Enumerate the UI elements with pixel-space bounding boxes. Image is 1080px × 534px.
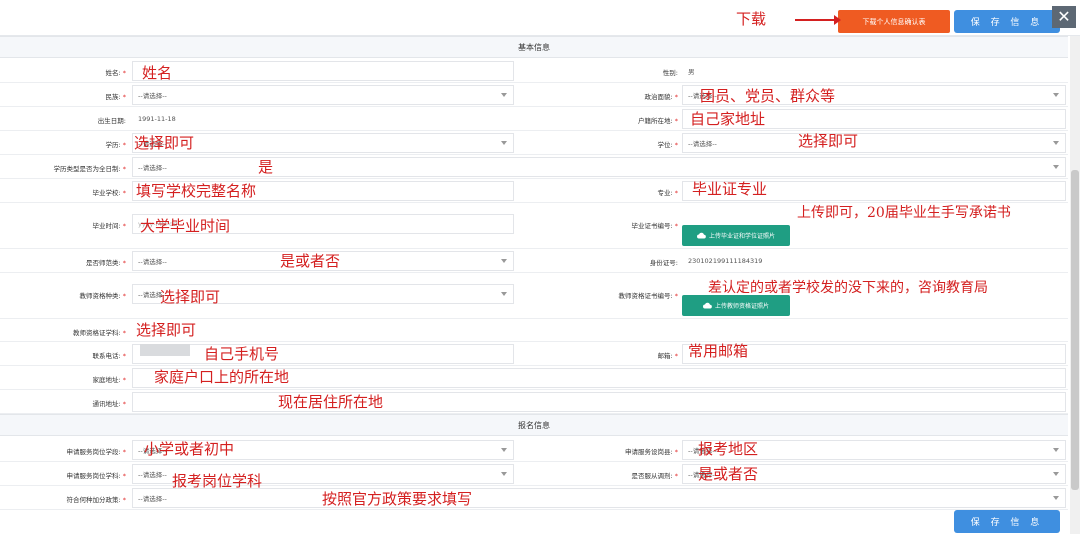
annotation-school: 填写学校完整名称 — [136, 182, 257, 200]
section-basic-info: 基本信息 — [0, 36, 1068, 58]
name-input[interactable] — [132, 61, 514, 81]
annotation-phone: 自己手机号 — [204, 345, 280, 363]
apply-subject-label: 申请服务岗位学科: * — [66, 472, 126, 480]
annotation-grad-cert: 上传即可，20届毕业生手写承诺书 — [797, 205, 1011, 221]
teacher-cert-type-label: 教师资格种类: * — [79, 292, 126, 300]
chevron-down-icon — [1053, 472, 1059, 476]
required-star: * — [122, 69, 126, 77]
annotation-grad-time: 大学毕业时间 — [140, 217, 231, 235]
annotation-arrow — [795, 15, 841, 25]
annotation-teacher-cert-subject: 选择即可 — [136, 321, 197, 339]
ethnicity-select[interactable]: --请选择-- — [132, 85, 514, 105]
chevron-down-icon — [501, 259, 507, 263]
email-label: 邮箱: * — [657, 352, 678, 360]
gender-label: 性别: — [662, 69, 678, 77]
mail-address-label: 通讯地址: * — [92, 400, 126, 408]
political-label: 政治面貌: * — [644, 93, 678, 101]
annotation-teacher-cert-no: 差认定的或者学校发的没下来的，咨询教育局 — [708, 280, 988, 296]
annotation-political: 团员、党员、群众等 — [700, 87, 836, 105]
cloud-upload-icon — [696, 232, 706, 239]
annotation-fulltime: 是 — [258, 158, 274, 176]
section-signup-info: 报名信息 — [0, 414, 1068, 436]
apply-county-label: 申请服务设岗县: * — [625, 448, 678, 456]
teacher-normal-label: 是否师范类: * — [86, 259, 126, 267]
education-label: 学历: * — [105, 141, 126, 149]
blurred-phone-number — [140, 344, 190, 356]
chevron-down-icon — [1053, 141, 1059, 145]
form-row: 民族: * --请选择-- 政治面貌: * --请选择-- — [0, 83, 1068, 107]
birthdate-value: 1991-11-18 — [132, 109, 514, 129]
teacher-cert-no-label: 教师资格证书编号: * — [618, 292, 678, 300]
hukou-label: 户籍所在地: * — [638, 117, 678, 125]
chevron-down-icon — [1053, 448, 1059, 452]
gender-value: 男 — [682, 61, 1066, 81]
grad-time-label: 毕业时间: * — [92, 222, 126, 230]
annotation-mail-address: 现在居住所在地 — [278, 393, 384, 411]
annotation-obey-adjust: 是或者否 — [698, 465, 759, 483]
save-info-button-top[interactable]: 保 存 信 息 — [954, 10, 1060, 33]
download-confirmation-form-button[interactable]: 下载个人信息确认表 — [838, 10, 950, 33]
annotation-name: 姓名 — [142, 64, 173, 82]
annotation-hukou: 自己家地址 — [690, 110, 766, 128]
scrollbar-thumb[interactable] — [1071, 170, 1079, 490]
annotation-major: 毕业证专业 — [692, 180, 768, 198]
annotation-degree: 选择即可 — [798, 132, 859, 150]
home-address-label: 家庭地址: * — [92, 376, 126, 384]
major-label: 专业: * — [657, 189, 678, 197]
policy-label: 符合何种加分政策: * — [66, 496, 126, 504]
chevron-down-icon — [1053, 93, 1059, 97]
annotation-home-address: 家庭户口上的所在地 — [154, 368, 290, 386]
annotation-download: 下载 — [736, 10, 767, 28]
chevron-down-icon — [501, 448, 507, 452]
form-row: 符合何种加分政策: * --请选择-- — [0, 486, 1068, 510]
upload-grad-cert-button[interactable]: 上传毕业证和学位证照片 — [682, 225, 790, 246]
chevron-down-icon — [501, 141, 507, 145]
annotation-apply-county: 报考地区 — [698, 440, 759, 458]
close-icon[interactable]: ✕ — [1052, 6, 1076, 28]
phone-label: 联系电话: * — [92, 352, 126, 360]
chevron-down-icon — [501, 472, 507, 476]
obey-adjust-label: 是否服从调剂: * — [631, 472, 678, 480]
apply-stage-label: 申请服务岗位学段: * — [66, 448, 126, 456]
annotation-apply-stage: 小学或者初中 — [144, 440, 235, 458]
annotation-teacher-normal: 是或者否 — [280, 252, 341, 270]
form-row: 通讯地址: * — [0, 390, 1068, 414]
id-number-label: 身份证号: — [649, 259, 678, 267]
form-row: 申请服务岗位学科: * --请选择-- 是否服从调剂: * --请选择-- — [0, 462, 1068, 486]
annotation-teacher-cert-type: 选择即可 — [160, 288, 221, 306]
birthdate-label: 出生日期: — [97, 117, 126, 125]
teacher-cert-subject-label: 教师资格证学科: * — [73, 329, 126, 337]
annotation-policy: 按照官方政策要求填写 — [322, 490, 473, 508]
chevron-down-icon — [501, 93, 507, 97]
upload-teacher-cert-button[interactable]: 上传教师资格证照片 — [682, 295, 790, 316]
form-row: 学历类型是否为全日制: * --请选择-- — [0, 155, 1068, 179]
annotation-email: 常用邮箱 — [688, 342, 749, 360]
policy-select[interactable]: --请选择-- — [132, 488, 1066, 508]
degree-label: 学位: * — [657, 141, 678, 149]
degree-select[interactable]: --请选择-- — [682, 133, 1066, 153]
form-row: 出生日期: 1991-11-18 户籍所在地: * — [0, 107, 1068, 131]
grad-cert-label: 毕业证书编号: * — [631, 222, 678, 230]
ethnicity-label: 民族: * — [105, 93, 126, 101]
mail-address-input[interactable] — [132, 392, 1066, 412]
chevron-down-icon — [1053, 165, 1059, 169]
name-label: 姓名: * — [105, 69, 126, 77]
form-row: 是否师范类: * --请选择-- 身份证号: 230102199111184319 — [0, 249, 1068, 273]
fulltime-label: 学历类型是否为全日制: * — [53, 165, 126, 173]
school-label: 毕业学校: * — [92, 189, 126, 197]
annotation-apply-subject: 报考岗位学科 — [172, 472, 263, 490]
id-number-value: 230102199111184319 — [682, 251, 1066, 271]
chevron-down-icon — [1053, 496, 1059, 500]
chevron-down-icon — [501, 292, 507, 296]
annotation-education: 选择即可 — [134, 134, 195, 152]
save-info-button-bottom[interactable]: 保 存 信 息 — [954, 510, 1060, 533]
cloud-upload-icon — [702, 302, 712, 309]
